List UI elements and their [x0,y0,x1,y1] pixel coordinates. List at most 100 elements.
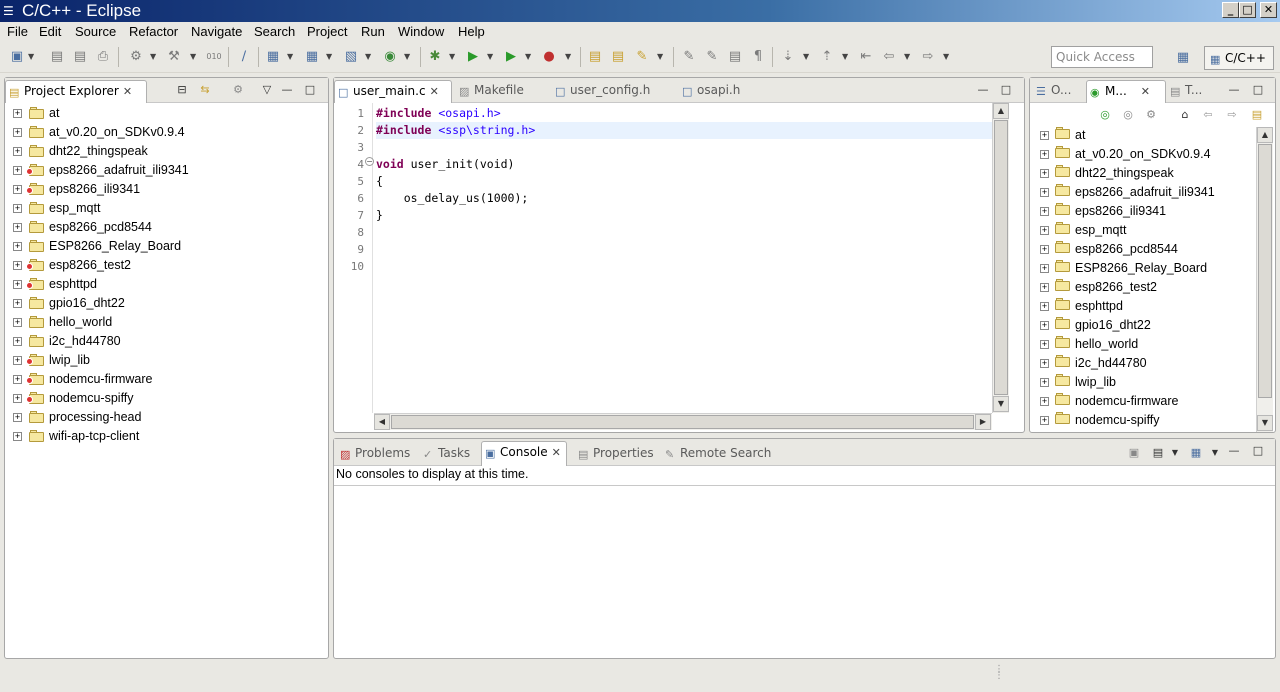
skip-breakpoints-icon[interactable]: ∕ [236,49,252,65]
mark-occurrences-icon[interactable]: ✎ [704,49,720,65]
tab-osapi-h[interactable]: □ osapi.h [679,80,740,103]
scroll-down-icon[interactable]: ▼ [993,396,1009,412]
expand-icon[interactable]: + [1040,321,1049,330]
tab-outline[interactable]: ☰ O... [1033,80,1071,103]
code-line[interactable] [376,224,992,241]
expand-icon[interactable]: + [1040,207,1049,216]
forward-dropdown-icon[interactable]: ▼ [943,49,951,65]
expand-icon[interactable]: + [13,375,22,384]
external-tools-icon[interactable]: ● [541,49,557,65]
annotation-icon[interactable]: ✎ [681,49,697,65]
expand-icon[interactable]: + [13,109,22,118]
menu-refactor[interactable]: Refactor [129,23,178,40]
expand-icon[interactable]: + [13,166,22,175]
tree-item[interactable]: + at_v0.20_on_SDKv0.9.4 [5,123,328,142]
close-button[interactable]: ✕ [1260,2,1277,18]
search-dropdown-icon[interactable]: ▼ [657,49,665,65]
tab-remote-search[interactable]: ✎ Remote Search [662,443,771,466]
editor-vertical-scrollbar[interactable]: ▲ ▼ [992,103,1009,413]
menu-run[interactable]: Run [361,23,385,40]
tree-item[interactable]: + hello_world [5,313,328,332]
code-line[interactable] [376,139,992,156]
open-console-dropdown-icon[interactable]: ▼ [1208,446,1222,460]
expand-icon[interactable]: + [13,242,22,251]
tree-item[interactable]: + i2c_hd44780 [5,332,328,351]
debug-dropdown-icon[interactable]: ▼ [449,49,457,65]
new-dropdown-icon[interactable]: ▼ [28,49,36,65]
filters-icon[interactable]: ⚙ [231,83,245,97]
run-icon[interactable]: ▶ [465,49,481,65]
display-console-icon[interactable]: ▤ [1151,446,1165,460]
tree-item[interactable]: + esphttpd [5,275,328,294]
hide-empty-folders-icon[interactable]: ▤ [1250,108,1264,122]
make-targets-scrollbar[interactable]: ▲ ▼ [1256,127,1273,432]
scroll-thumb[interactable] [994,120,1008,395]
expand-icon[interactable]: + [13,394,22,403]
code-line[interactable]: } [376,207,992,224]
code-line[interactable]: #include <osapi.h> [376,105,992,122]
scroll-up-icon[interactable]: ▲ [993,103,1009,119]
tree-item[interactable]: + nodemcu-spiffy [1030,411,1254,430]
expand-icon[interactable]: + [1040,397,1049,406]
tree-item[interactable]: + eps8266_ili9341 [5,180,328,199]
close-icon[interactable]: ✕ [430,81,442,102]
expand-icon[interactable]: + [13,280,22,289]
tab-user-config-h[interactable]: □ user_config.h [552,80,650,103]
close-icon[interactable]: ✕ [1141,81,1153,102]
new-icon[interactable]: ▣ [9,49,25,65]
tree-item[interactable]: + dht22_thingspeak [5,142,328,161]
edit-target-icon[interactable]: ⚙ [1144,108,1158,122]
last-edit-location-icon[interactable]: ⇤ [858,49,874,65]
run-external-tool-dropdown-icon[interactable]: ▼ [525,49,533,65]
scroll-thumb[interactable] [391,415,974,429]
tab-project-explorer[interactable]: ▤ Project Explorer ✕ [5,80,147,103]
expand-icon[interactable]: + [1040,416,1049,425]
tab-make-target[interactable]: ◉ M... ✕ [1086,80,1166,103]
tree-item[interactable]: + processing-head [5,408,328,427]
open-type-icon[interactable]: ▤ [587,49,603,65]
code-line[interactable] [376,241,992,258]
minimize-view-icon[interactable]: — [976,83,990,97]
tab-tasks[interactable]: ✓ Tasks [420,443,470,466]
build-config-icon[interactable]: ⚙ [128,49,144,65]
tree-item[interactable]: + esp8266_test2 [5,256,328,275]
back-icon[interactable]: ⇦ [881,49,897,65]
menu-source[interactable]: Source [75,23,116,40]
tab-makefile[interactable]: ▨ Makefile [456,80,524,103]
build-config-dropdown-icon[interactable]: ▼ [150,49,158,65]
maximize-view-icon[interactable]: □ [1251,444,1265,458]
expand-icon[interactable]: + [13,185,22,194]
expand-icon[interactable]: + [13,299,22,308]
expand-icon[interactable]: + [13,261,22,270]
expand-icon[interactable]: + [1040,302,1049,311]
maximize-button[interactable]: □ [1239,2,1256,18]
tree-item[interactable]: + esp8266_pcd8544 [5,218,328,237]
new-c-project-icon[interactable]: ▦ [265,49,281,65]
editor-horizontal-scrollbar[interactable]: ◀ ▶ [374,413,992,430]
expand-icon[interactable]: + [1040,283,1049,292]
save-icon[interactable]: ▤ [49,49,65,65]
expand-icon[interactable]: + [1040,245,1049,254]
new-class-dropdown-icon[interactable]: ▼ [404,49,412,65]
menu-search[interactable]: Search [254,23,295,40]
forward-icon[interactable]: ⇨ [1225,108,1239,122]
menu-project[interactable]: Project [307,23,347,40]
minimize-view-icon[interactable]: — [1227,83,1241,97]
tree-item[interactable]: + esp_mqtt [5,199,328,218]
show-whitespace-icon[interactable]: ¶ [750,49,766,65]
code-line[interactable] [376,258,992,275]
code-line[interactable]: { [376,173,992,190]
quick-access-input[interactable]: Quick Access [1051,46,1153,68]
minimize-view-icon[interactable]: — [1227,444,1241,458]
tab-properties[interactable]: ▤ Properties [575,443,654,466]
code-line[interactable]: #include <ssp\string.h> [376,122,992,139]
external-tools-dropdown-icon[interactable]: ▼ [565,49,573,65]
back-dropdown-icon[interactable]: ▼ [904,49,912,65]
fold-toggle-icon[interactable]: − [365,157,374,166]
expand-icon[interactable]: + [13,147,22,156]
previous-annotation-icon[interactable]: ⇡ [819,49,835,65]
minimize-button[interactable]: _ [1222,2,1239,18]
menu-window[interactable]: Window [398,23,444,40]
expand-icon[interactable]: + [13,318,22,327]
new-c-project-dropdown-icon[interactable]: ▼ [287,49,295,65]
